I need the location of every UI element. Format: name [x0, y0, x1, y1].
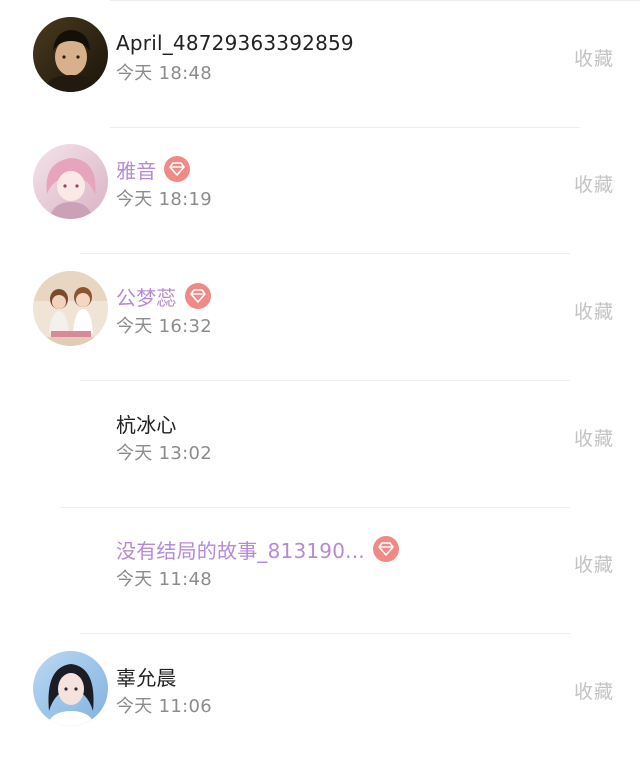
- divider: [80, 633, 570, 634]
- avatar[interactable]: [33, 144, 108, 219]
- user-name[interactable]: 没有结局的故事_813190...: [116, 535, 365, 564]
- collect-button[interactable]: 收藏: [574, 424, 614, 451]
- collect-button[interactable]: 收藏: [574, 170, 614, 197]
- visit-time: 今天 11:06: [116, 696, 212, 717]
- list-item[interactable]: 辜允晨 今天 11:06 收藏: [0, 633, 640, 759]
- visitor-list: April_48729363392859 今天 18:48 收藏 雅音 今天 1…: [0, 0, 640, 735]
- divider: [110, 0, 640, 1]
- list-item[interactable]: 雅音 今天 18:19 收藏: [0, 126, 640, 252]
- visit-time: 今天 11:48: [116, 569, 212, 590]
- name-line: 没有结局的故事_813190...: [116, 535, 399, 563]
- name-line: 杭冰心: [116, 409, 177, 437]
- diamond-vip-icon: [184, 283, 211, 309]
- name-line: 雅音: [116, 155, 191, 184]
- avatar[interactable]: [33, 17, 108, 92]
- name-line: 辜允晨: [116, 662, 177, 690]
- list-item[interactable]: 没有结局的故事_813190... 今天 11:48 收藏: [0, 506, 640, 632]
- visit-time: 今天 18:48: [116, 63, 212, 84]
- user-name[interactable]: 公梦蕊: [116, 282, 177, 311]
- list-item[interactable]: 公梦蕊 今天 16:32 收藏: [0, 253, 640, 379]
- list-item[interactable]: 杭冰心 今天 13:02 收藏: [0, 380, 640, 506]
- diamond-vip-icon: [372, 536, 399, 562]
- avatar[interactable]: [33, 651, 108, 726]
- list-item[interactable]: April_48729363392859 今天 18:48 收藏: [0, 0, 640, 126]
- avatar[interactable]: [33, 271, 108, 346]
- divider: [80, 253, 570, 254]
- user-name[interactable]: 杭冰心: [116, 409, 177, 438]
- collect-button[interactable]: 收藏: [574, 550, 614, 577]
- collect-button[interactable]: 收藏: [574, 297, 614, 324]
- name-line: April_48729363392859: [116, 29, 354, 57]
- visit-time: 今天 16:32: [116, 316, 212, 337]
- divider: [80, 380, 570, 381]
- name-line: 公梦蕊: [116, 282, 211, 310]
- user-name[interactable]: April_48729363392859: [116, 31, 354, 55]
- collect-button[interactable]: 收藏: [574, 677, 614, 704]
- collect-button[interactable]: 收藏: [574, 44, 614, 71]
- divider: [110, 127, 580, 128]
- diamond-vip-icon: [164, 156, 191, 182]
- user-name[interactable]: 雅音: [116, 155, 156, 184]
- user-name[interactable]: 辜允晨: [116, 662, 177, 691]
- visit-time: 今天 18:19: [116, 189, 212, 210]
- divider: [60, 507, 570, 508]
- visit-time: 今天 13:02: [116, 443, 212, 464]
